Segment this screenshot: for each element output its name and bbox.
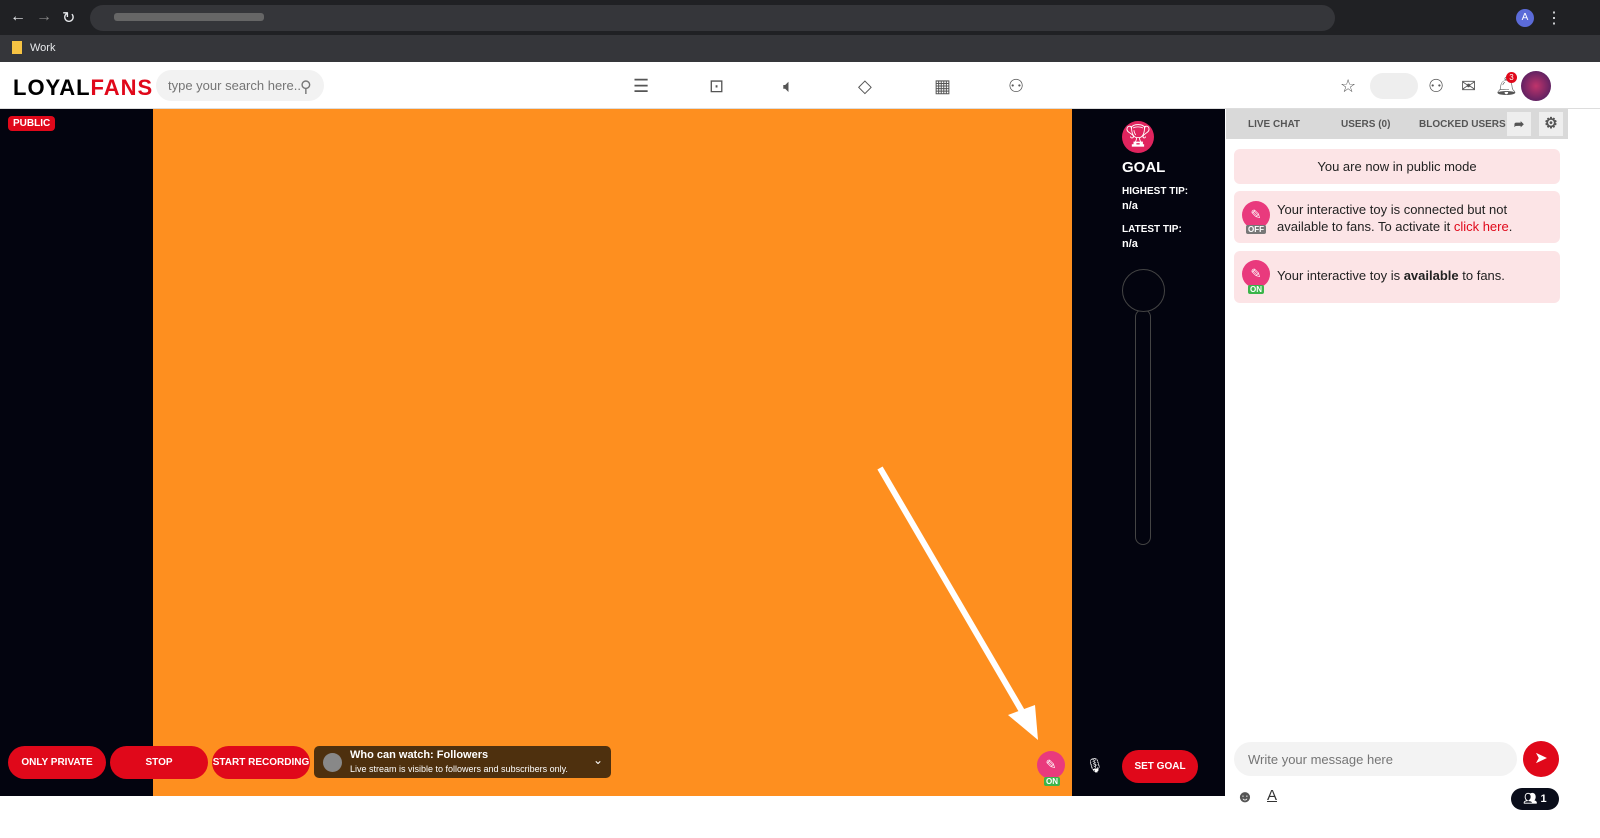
tag-icon[interactable]: ◇	[858, 76, 872, 97]
forward-icon[interactable]: →	[36, 8, 52, 26]
calendar-icon[interactable]: ▦	[934, 76, 951, 97]
logo[interactable]: LOYALFANS	[13, 75, 153, 101]
chat-message-input[interactable]	[1234, 742, 1517, 776]
balance-pill[interactable]	[1370, 73, 1418, 99]
viewer-count-value: 1	[1540, 793, 1547, 805]
public-badge: PUBLIC	[8, 116, 56, 131]
on-badge: ON	[1248, 285, 1264, 294]
toy-status-badge: ON	[1044, 777, 1060, 786]
tab-users[interactable]: USERS (0)	[1341, 119, 1390, 130]
bag-icon[interactable]: ⊡	[709, 76, 724, 97]
only-private-button[interactable]: ONLY PRIVATE	[8, 746, 106, 779]
stars-icon[interactable]: ☆	[1340, 76, 1356, 97]
list-icon[interactable]: ☰	[633, 76, 649, 97]
emoji-icon[interactable]: ☻	[1236, 787, 1254, 807]
off-badge: OFF	[1246, 225, 1266, 234]
mail-icon[interactable]: ✉	[1461, 76, 1476, 97]
search-icon[interactable]: ⚲	[300, 77, 312, 97]
start-recording-button[interactable]: START RECORDING	[212, 746, 310, 779]
users-icon: 👥︎	[1523, 793, 1541, 805]
user-avatar[interactable]	[1521, 71, 1551, 101]
who-can-watch-subtitle: Live stream is visible to followers and …	[350, 764, 568, 774]
reload-icon[interactable]: ↻	[62, 8, 75, 28]
microphone-icon[interactable]: 🎙︎	[1086, 757, 1104, 774]
bookmarks-bar: Work	[0, 35, 1600, 62]
goal-progress-bulb	[1122, 269, 1165, 312]
chevron-down-icon: ⌄	[593, 753, 604, 767]
menu-icon[interactable]: ⋮	[1546, 8, 1562, 28]
message-text: Your interactive toy is	[1277, 268, 1404, 283]
highest-tip-label: HIGHEST TIP:	[1122, 186, 1189, 197]
highest-tip-value: n/a	[1122, 200, 1138, 212]
stop-button[interactable]: STOP	[110, 746, 208, 779]
group-icon	[323, 753, 342, 772]
message-text: You are now in public mode	[1317, 159, 1477, 174]
toy-off-message: ✎ OFF Your interactive toy is connected …	[1234, 191, 1560, 243]
users-icon[interactable]: ⚇	[1008, 76, 1024, 97]
back-icon[interactable]: ←	[10, 8, 26, 26]
text-format-icon[interactable]: A	[1267, 787, 1277, 804]
goal-progress-track	[1135, 309, 1151, 545]
activate-link[interactable]: click here	[1454, 219, 1509, 234]
who-can-watch-title: Who can watch: Followers	[350, 749, 489, 761]
public-mode-message: You are now in public mode	[1234, 149, 1560, 184]
profile-avatar[interactable]: A	[1516, 9, 1534, 27]
message-text: .	[1508, 219, 1513, 234]
latest-tip-label: LATEST TIP:	[1122, 224, 1182, 235]
search-input[interactable]	[156, 70, 324, 101]
send-icon[interactable]: ➤	[1523, 741, 1559, 777]
logo-part: FANS	[90, 75, 154, 100]
message-text: to fans.	[1458, 268, 1505, 283]
goal-panel: 🏆︎ GOAL HIGHEST TIP: n/a LATEST TIP: n/a…	[1072, 109, 1225, 796]
goal-title: GOAL	[1122, 159, 1166, 176]
viewer-count[interactable]: 👥︎ 1	[1511, 788, 1559, 810]
message-text: available	[1403, 268, 1459, 283]
latest-tip-value: n/a	[1122, 238, 1138, 250]
who-can-watch-dropdown[interactable]: Who can watch: Followers Live stream is …	[314, 746, 611, 778]
stream-sidebar-left	[0, 109, 153, 796]
speaker-icon[interactable]: 🔈︎	[783, 76, 794, 97]
toy-on-message: ✎ ON Your interactive toy is available t…	[1234, 251, 1560, 303]
logo-part: LOYAL	[13, 75, 91, 100]
address-bar[interactable]	[90, 5, 1335, 31]
trophy-icon: 🏆︎	[1122, 121, 1154, 153]
bookmark-work[interactable]: Work	[30, 42, 55, 54]
chat-tabs: LIVE CHAT USERS (0) BLOCKED USERS ➦ ⚙	[1226, 109, 1568, 139]
share-icon[interactable]: ➦	[1507, 112, 1531, 136]
folder-icon	[12, 41, 22, 54]
blurred-url	[114, 13, 264, 21]
annotation-arrow	[877, 466, 1038, 740]
tab-blocked-users[interactable]: BLOCKED USERS	[1419, 119, 1506, 130]
gear-icon[interactable]: ⚙	[1539, 112, 1563, 136]
toy-icon[interactable]: ✎	[1037, 751, 1065, 779]
toy-icon: ✎	[1242, 260, 1270, 288]
browser-toolbar: ← → ↻ A ⋮	[0, 0, 1600, 35]
friends-icon[interactable]: ⚇	[1428, 76, 1444, 97]
set-goal-button[interactable]: SET GOAL	[1122, 750, 1198, 783]
tab-live-chat[interactable]: LIVE CHAT	[1248, 119, 1300, 130]
notification-badge: 3	[1506, 72, 1517, 83]
